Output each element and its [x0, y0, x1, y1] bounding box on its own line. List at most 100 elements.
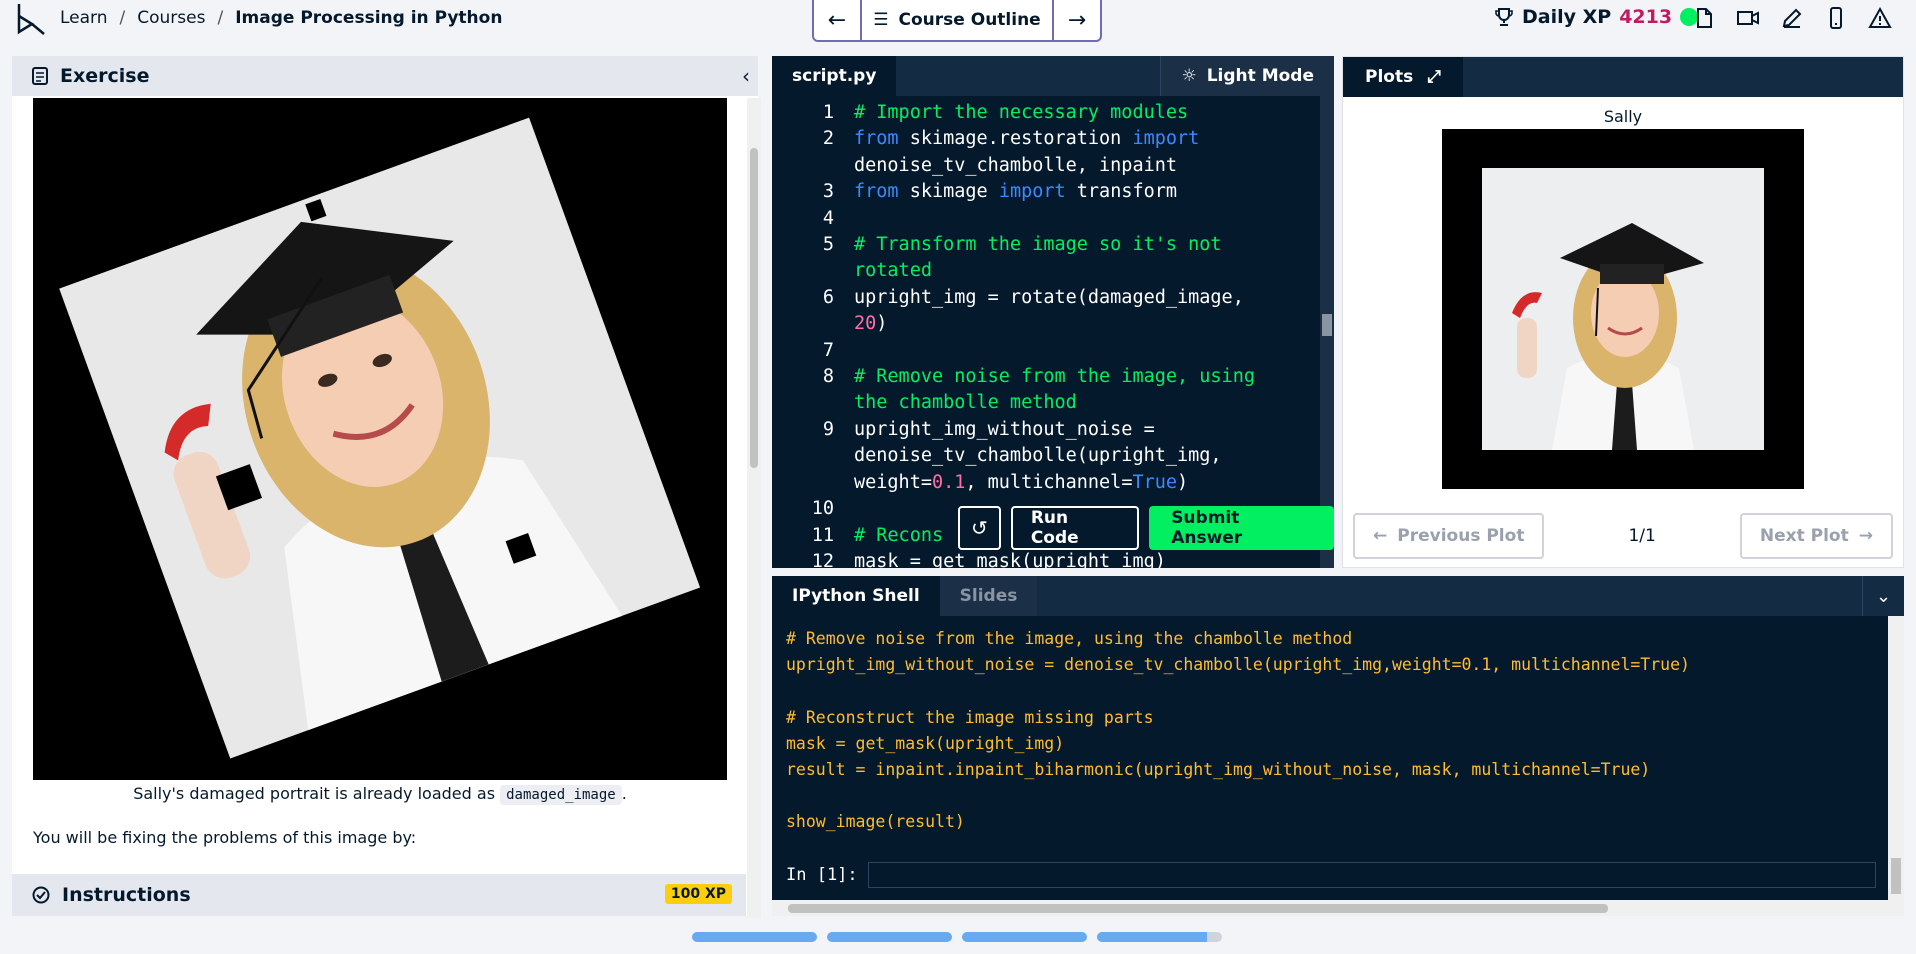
arrow-left-icon: ← — [1373, 526, 1388, 546]
exercise-paragraph: You will be fixing the problems of this … — [33, 828, 417, 847]
code-line: denoise_tv_chambolle(upright_img, — [772, 443, 1318, 469]
plots-tab-label: Plots — [1365, 67, 1414, 87]
code-text: upright_img_without_noise = — [854, 418, 1155, 440]
damaged-portrait-image — [33, 98, 727, 780]
plot-page-indicator: 1/1 — [1628, 526, 1656, 546]
line-number: 3 — [822, 181, 834, 203]
code-line: 5 # Transform the image so it's not — [772, 232, 1318, 258]
arrow-right-icon: → — [1858, 526, 1873, 546]
code-text: the chambolle method — [854, 392, 1077, 414]
shell-output-line: # Reconstruct the image missing parts — [786, 707, 1154, 727]
progress-segment — [827, 932, 952, 942]
shell-hscroll-thumb[interactable] — [788, 904, 1608, 913]
progress-segment — [962, 932, 1087, 942]
progress-fill — [692, 932, 817, 942]
code-text: weight=0.1, multichannel=True) — [854, 471, 1189, 493]
tab-plots[interactable]: Plots ⤢ — [1343, 57, 1463, 97]
code-line: 7 — [772, 338, 1318, 364]
expand-icon[interactable]: ⤢ — [1427, 67, 1441, 87]
next-exercise-button[interactable]: → — [1054, 0, 1100, 40]
line-number — [772, 470, 834, 496]
tab-script-py[interactable]: script.py — [772, 56, 897, 96]
progress-segment — [692, 932, 817, 942]
breadcrumb: Learn / Courses / Image Processing in Py… — [60, 8, 502, 28]
restored-portrait — [1482, 168, 1764, 450]
editor-scrollbar[interactable] — [1320, 96, 1334, 568]
code-text: # Remove noise from the image, using — [854, 366, 1255, 388]
video-icon[interactable] — [1736, 6, 1760, 30]
exercise-header: Exercise — [12, 56, 758, 96]
line-number: 4 — [822, 207, 834, 229]
next-plot-button[interactable]: Next Plot → — [1739, 513, 1893, 559]
submit-answer-button[interactable]: Submit Answer — [1149, 506, 1334, 550]
shell-vscroll-thumb[interactable] — [1891, 858, 1901, 894]
exercise-scrollbar[interactable] — [747, 98, 761, 918]
code-text: denoise_tv_chambolle(upright_img, — [854, 445, 1222, 467]
line-number — [772, 311, 834, 337]
exercise-scroll-thumb[interactable] — [750, 148, 758, 468]
code-line: the chambolle method — [772, 390, 1318, 416]
light-mode-button[interactable]: ☼ Light Mode — [1160, 56, 1334, 96]
code-line: denoise_tv_chambolle, inpaint — [772, 153, 1318, 179]
caption-end: . — [621, 784, 627, 803]
daily-xp: Daily XP 4213 — [1494, 6, 1699, 28]
exercise-title: Exercise — [60, 65, 150, 87]
code-line: 20) — [772, 311, 1318, 337]
code-line: 6 upright_img = rotate(damaged_image, — [772, 285, 1318, 311]
shell-output-line: show_image(result) — [786, 812, 965, 832]
line-number — [772, 390, 834, 416]
document-icon[interactable] — [1692, 6, 1716, 30]
code-line: 9 upright_img_without_noise = — [772, 417, 1318, 443]
line-number — [772, 258, 834, 284]
run-code-button[interactable]: Run Code — [1010, 506, 1140, 550]
collapse-panel-button[interactable]: ‹ — [734, 64, 758, 88]
breadcrumb-separator: / — [119, 8, 126, 28]
collapse-shell-button[interactable]: ⌄ — [1862, 576, 1904, 616]
breadcrumb-courses[interactable]: Courses — [137, 8, 205, 28]
line-number: 5 — [822, 234, 834, 256]
line-number: 6 — [822, 286, 834, 308]
arrow-right-icon: → — [1067, 7, 1087, 33]
progress-fill — [827, 932, 952, 942]
ipython-shell: IPython Shell Slides ⌄ # Remove noise fr… — [772, 576, 1904, 916]
shell-input[interactable] — [867, 862, 1876, 888]
reset-button[interactable]: ↺ — [958, 506, 1001, 550]
code-text: from skimage.restoration import — [854, 128, 1200, 150]
code-line: 3 from skimage import transform — [772, 179, 1318, 205]
shell-horizontal-scrollbar[interactable] — [772, 900, 1888, 916]
plot-title: Sally — [1603, 107, 1643, 126]
menu-icon: ☰ — [873, 10, 889, 30]
shell-tabbar: IPython Shell Slides ⌄ — [772, 576, 1904, 616]
tab-slides[interactable]: Slides — [939, 576, 1038, 616]
code-area[interactable]: 1 # Import the necessary modules 2 from ski… — [772, 96, 1318, 568]
datacamp-logo-icon[interactable] — [16, 2, 46, 36]
code-text: # Transform the image so it's not — [854, 234, 1222, 256]
previous-plot-button[interactable]: ← Previous Plot — [1353, 513, 1545, 559]
instructions-header[interactable]: Instructions 100 XP — [12, 874, 746, 916]
code-line: 2 from skimage.restoration import — [772, 126, 1318, 152]
code-text: # Import the necessary modules — [854, 102, 1189, 123]
line-number — [772, 443, 834, 469]
code-text: denoise_tv_chambolle, inpaint — [854, 154, 1178, 176]
breadcrumb-learn[interactable]: Learn — [60, 8, 108, 28]
shell-vertical-scrollbar[interactable] — [1888, 616, 1904, 916]
editor-scroll-thumb[interactable] — [1322, 314, 1332, 336]
chevron-down-icon: ⌄ — [1875, 585, 1892, 607]
plot-image — [1442, 129, 1804, 489]
warning-icon[interactable] — [1868, 6, 1892, 30]
shell-output-line — [786, 783, 1690, 809]
pencil-icon[interactable] — [1780, 6, 1804, 30]
breadcrumb-course-title[interactable]: Image Processing in Python — [235, 8, 502, 28]
mobile-icon[interactable] — [1824, 6, 1848, 30]
plots-panel: Plots ⤢ Sally ← Previous Plot 1/1 Next P… — [1342, 56, 1904, 568]
previous-plot-label: Previous Plot — [1397, 526, 1525, 546]
course-outline-button[interactable]: ☰ Course Outline — [860, 0, 1054, 40]
course-outline-nav: ← ☰ Course Outline → — [812, 0, 1102, 42]
exercise-panel: Exercise ‹ Sally's damaged portrait is a… — [12, 56, 761, 918]
tab-ipython-shell[interactable]: IPython Shell — [772, 576, 940, 616]
previous-exercise-button[interactable]: ← — [814, 0, 860, 40]
arrow-left-icon: ← — [827, 7, 847, 33]
editor-actions: ↺ Run Code Submit Answer — [958, 506, 1334, 550]
line-number: 8 — [822, 366, 834, 388]
